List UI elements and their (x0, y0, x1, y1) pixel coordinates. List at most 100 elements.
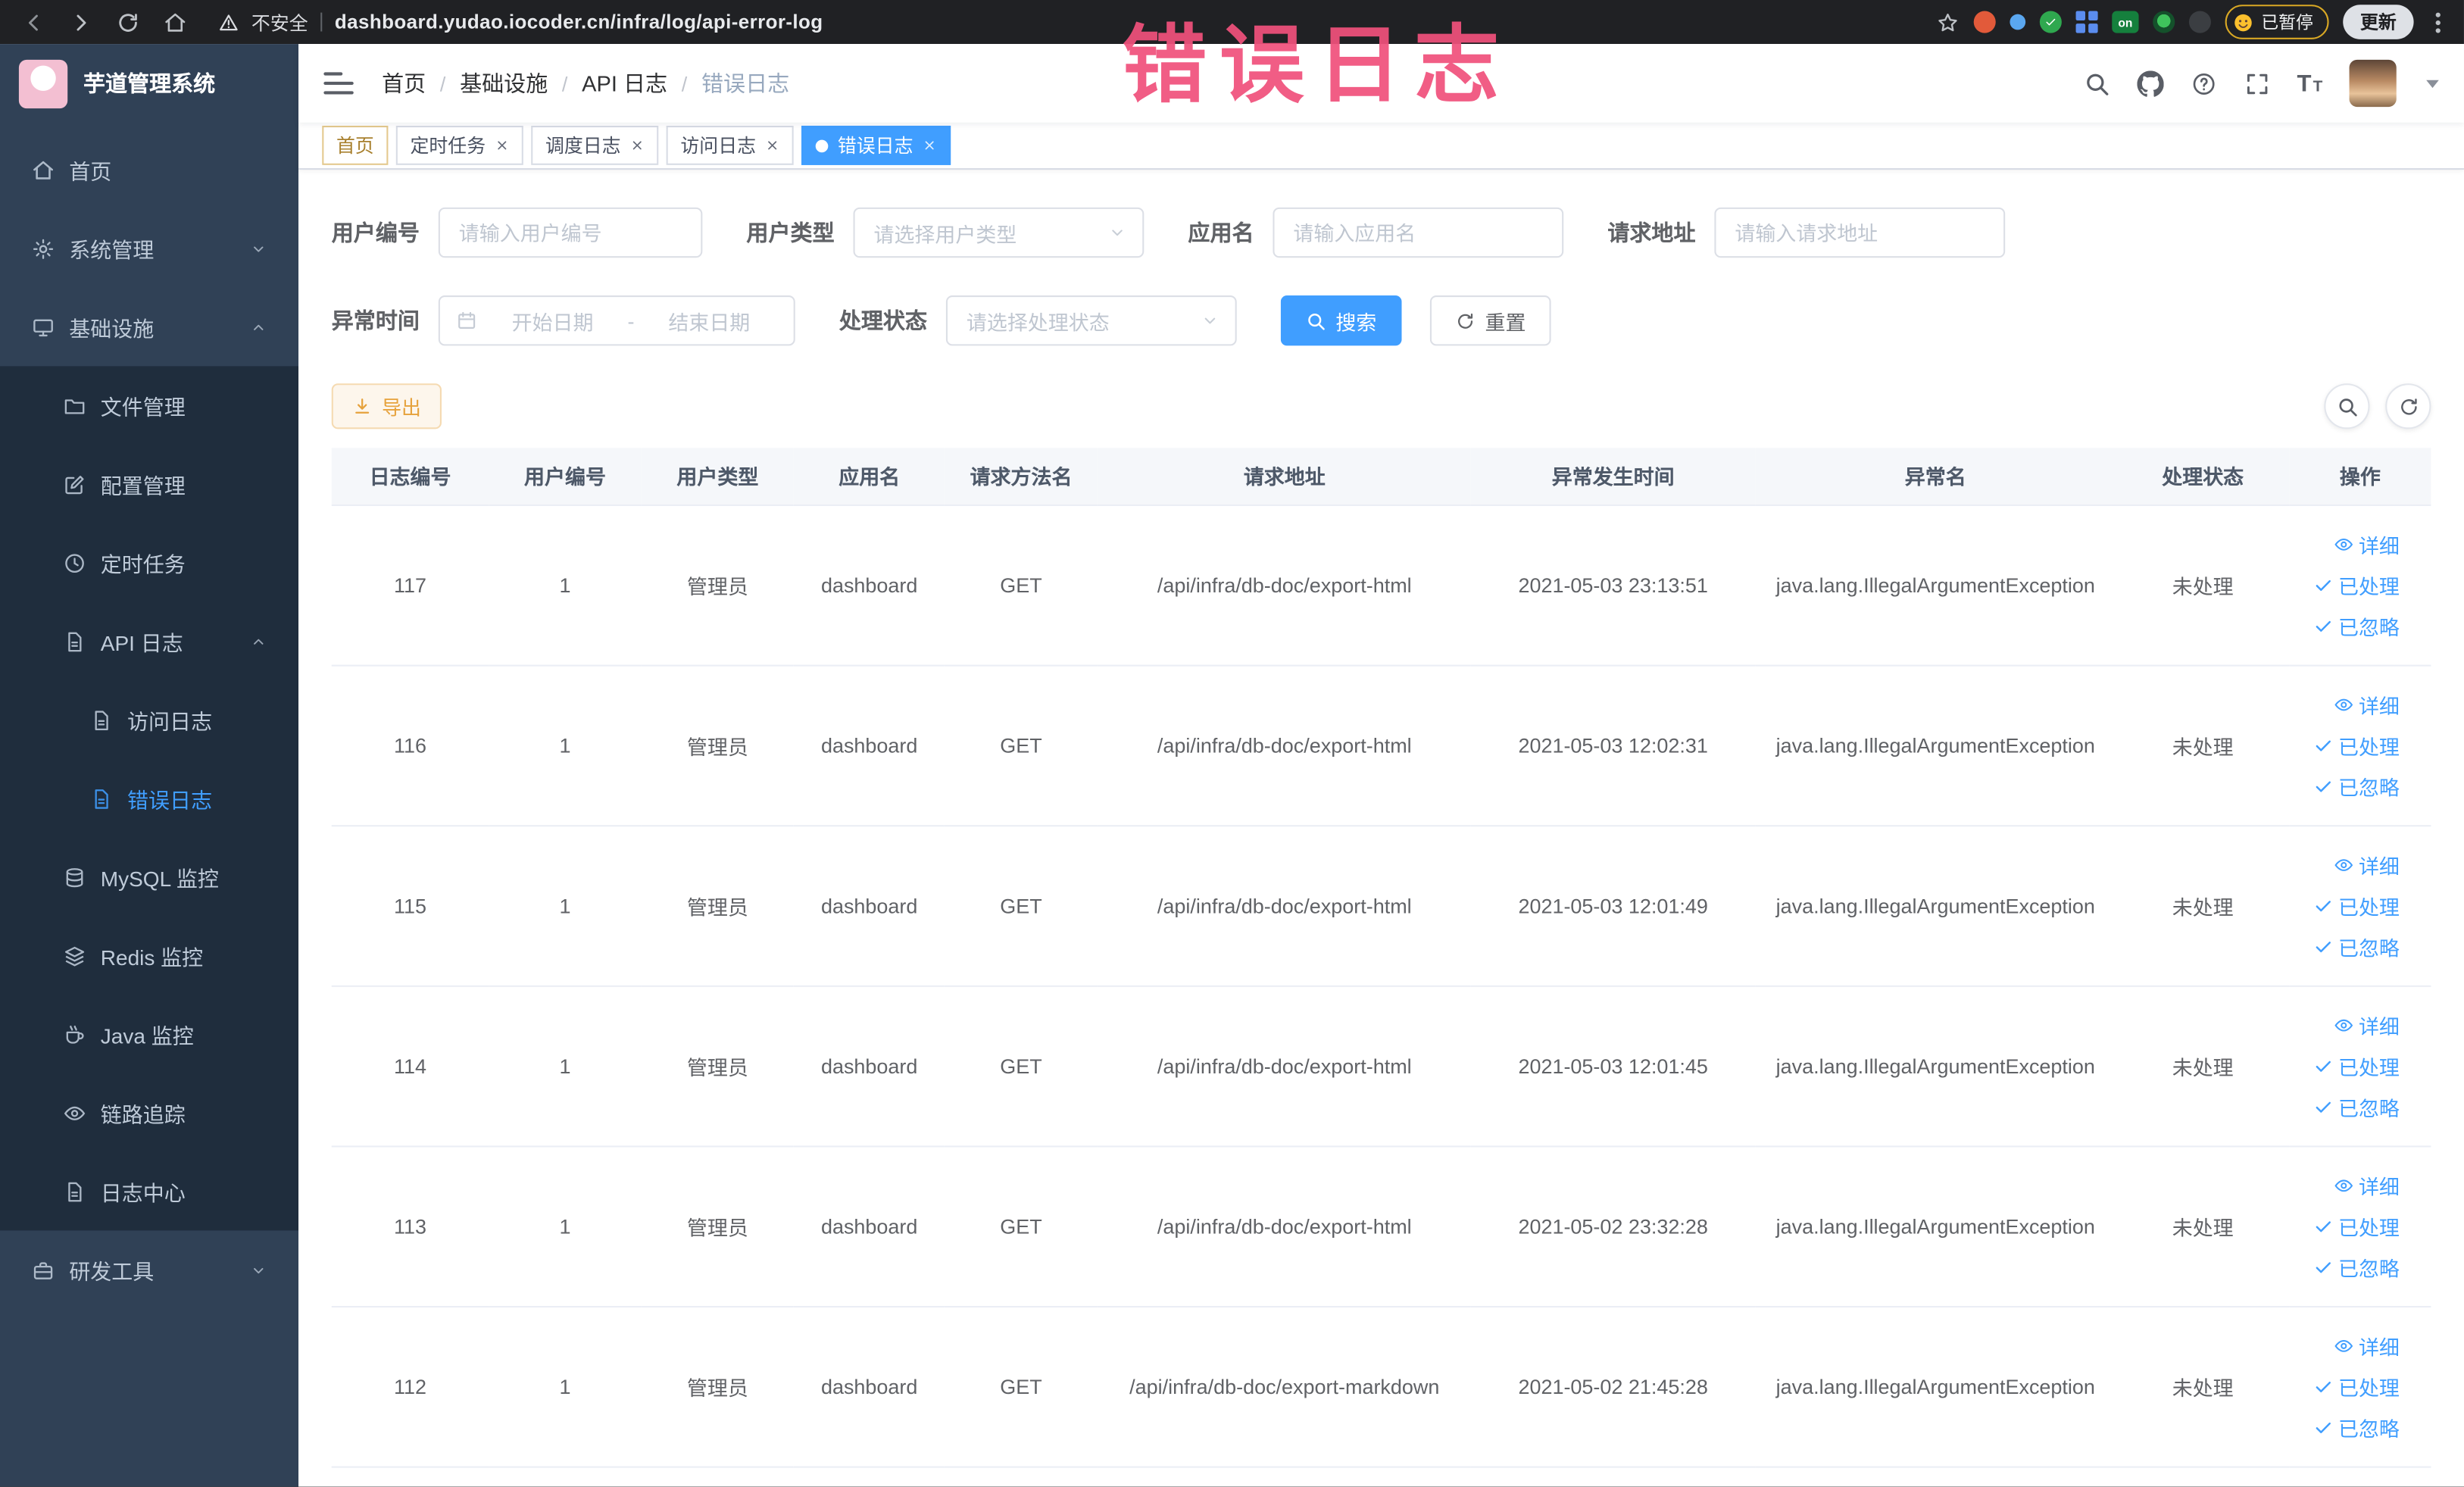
tab-error-log[interactable]: 错误日志 (801, 125, 951, 165)
sidebar-item-home[interactable]: 首页 (0, 130, 298, 209)
address-divider (320, 12, 323, 32)
cell-actions: 详细 已处理 已忽略 (2289, 1305, 2431, 1467)
detail-link[interactable]: 详细 (2334, 849, 2400, 879)
sidebar-item-infrastructure[interactable]: 基础设施 (0, 288, 298, 367)
user-type-select[interactable]: 请选择用户类型 (853, 207, 1145, 258)
help-icon[interactable] (2190, 70, 2216, 96)
sidebar-item-api-log[interactable]: API 日志 (0, 602, 298, 681)
extension-paused-button[interactable]: 已暂停 (2225, 5, 2329, 39)
check-icon (2313, 615, 2334, 636)
cell-exception-time: 2021-05-03 23:13:51 (1471, 504, 1755, 666)
mark-processed-link[interactable]: 已处理 (2313, 1051, 2400, 1080)
back-icon[interactable] (22, 10, 45, 33)
user-type-label: 用户类型 (746, 220, 835, 245)
mark-ignored-link[interactable]: 已忽略 (2313, 1412, 2400, 1442)
close-icon[interactable] (630, 139, 645, 153)
chevron-down-icon (1201, 311, 1220, 330)
cell-log-id: 115 (331, 825, 489, 986)
mark-ignored-link[interactable]: 已忽略 (2313, 1092, 2400, 1121)
tab-dispatch-log[interactable]: 调度日志 (531, 125, 659, 165)
sidebar-item-system-mgmt[interactable]: 系统管理 (0, 209, 298, 288)
close-icon[interactable] (765, 139, 779, 153)
sidebar-item-access-log[interactable]: 访问日志 (0, 680, 298, 759)
breadcrumb-item-infrastructure[interactable]: 基础设施 (460, 67, 548, 98)
mark-processed-link[interactable]: 已处理 (2313, 1371, 2400, 1401)
browser-home-icon[interactable] (164, 10, 187, 33)
mark-ignored-link[interactable]: 已忽略 (2313, 611, 2400, 640)
browser-menu-icon[interactable] (2428, 11, 2448, 33)
exception-time-range-picker[interactable]: 开始日期 - 结束日期 (438, 295, 795, 346)
table-toolbar: 导出 (331, 383, 2431, 430)
check-icon (2313, 1216, 2334, 1236)
github-icon[interactable] (2137, 70, 2163, 96)
sidebar-item-dev-tools[interactable]: 研发工具 (0, 1230, 298, 1309)
sidebar-item-log-center[interactable]: 日志中心 (0, 1152, 298, 1231)
search-icon[interactable] (2083, 70, 2110, 96)
font-size-icon[interactable]: TT (2297, 70, 2322, 96)
extension-icon-orange[interactable] (1973, 11, 1996, 33)
sidebar-item-mysql-monitor[interactable]: MySQL 监控 (0, 838, 298, 917)
address-bar[interactable]: 不安全 dashboard.yudao.iocoder.cn/infra/log… (218, 8, 823, 35)
tab-access-log[interactable]: 访问日志 (666, 125, 794, 165)
caret-down-icon[interactable] (2426, 79, 2439, 88)
detail-link[interactable]: 详细 (2334, 689, 2400, 719)
export-button[interactable]: 导出 (331, 383, 442, 430)
edit-icon (63, 472, 86, 495)
hamburger-icon[interactable] (323, 72, 354, 95)
mark-processed-link[interactable]: 已处理 (2313, 570, 2400, 599)
download-icon (352, 396, 373, 417)
extension-icon-green-check[interactable] (2039, 11, 2062, 33)
sidebar-item-error-log[interactable]: 错误日志 (0, 759, 298, 838)
toolbox-icon (31, 1258, 55, 1282)
extension-icon-on-badge[interactable]: on (2112, 11, 2139, 33)
toolbar-right (2324, 383, 2431, 430)
process-status-placeholder: 请选择处理状态 (966, 310, 1110, 334)
detail-link[interactable]: 详细 (2334, 1330, 2400, 1360)
user-avatar[interactable] (2349, 59, 2397, 108)
app-name-input[interactable] (1273, 207, 1564, 258)
reset-button[interactable]: 重置 (1429, 295, 1551, 346)
user-id-input[interactable] (438, 207, 703, 258)
bookmark-star-icon[interactable] (1936, 10, 1960, 33)
refresh-icon (2397, 395, 2419, 417)
search-button[interactable]: 搜索 (1280, 295, 1402, 346)
sidebar-item-trace[interactable]: 链路追踪 (0, 1073, 298, 1152)
close-icon[interactable] (923, 139, 937, 153)
request-url-input[interactable] (1714, 207, 2006, 258)
refresh-button[interactable] (2385, 383, 2431, 430)
document-icon (89, 708, 113, 732)
sidebar-item-scheduled-jobs[interactable]: 定时任务 (0, 523, 298, 602)
sidebar-item-label: API 日志 (100, 631, 183, 656)
col-header-actions: 操作 (2289, 448, 2431, 505)
detail-link[interactable]: 详细 (2334, 1170, 2400, 1200)
extension-icon-green-leaf[interactable] (2153, 11, 2175, 33)
sidebar-item-config-mgmt[interactable]: 配置管理 (0, 445, 298, 523)
monitor-icon (31, 315, 55, 339)
tab-home[interactable]: 首页 (322, 125, 389, 165)
browser-update-button[interactable]: 更新 (2343, 5, 2414, 39)
mark-processed-link[interactable]: 已处理 (2313, 890, 2400, 920)
extension-icon-blue-grid[interactable] (2075, 11, 2098, 33)
detail-link[interactable]: 详细 (2334, 1010, 2400, 1039)
mark-ignored-link[interactable]: 已忽略 (2313, 1251, 2400, 1281)
breadcrumb-item-api-log[interactable]: API 日志 (582, 67, 667, 98)
breadcrumb: 首页 / 基础设施 / API 日志 / 错误日志 (382, 67, 789, 98)
toggle-search-button[interactable] (2324, 383, 2370, 430)
mark-ignored-link[interactable]: 已忽略 (2313, 931, 2400, 961)
reload-icon[interactable] (117, 10, 140, 33)
breadcrumb-item-home[interactable]: 首页 (382, 67, 426, 98)
sidebar-item-redis-monitor[interactable]: Redis 监控 (0, 916, 298, 995)
mark-processed-link[interactable]: 已处理 (2313, 730, 2400, 760)
tab-scheduled-jobs[interactable]: 定时任务 (395, 125, 523, 165)
mark-processed-link[interactable]: 已处理 (2313, 1211, 2400, 1240)
extension-icon-blue-small[interactable] (2010, 14, 2026, 30)
process-status-select[interactable]: 请选择处理状态 (945, 295, 1237, 346)
sidebar-item-file-mgmt[interactable]: 文件管理 (0, 366, 298, 445)
fullscreen-icon[interactable] (2244, 70, 2270, 96)
sidebar-item-java-monitor[interactable]: Java 监控 (0, 995, 298, 1073)
mark-ignored-link[interactable]: 已忽略 (2313, 771, 2400, 801)
close-icon[interactable] (495, 139, 510, 153)
extension-icon-paw[interactable] (2188, 11, 2211, 33)
forward-icon[interactable] (69, 10, 92, 33)
detail-link[interactable]: 详细 (2334, 529, 2400, 558)
